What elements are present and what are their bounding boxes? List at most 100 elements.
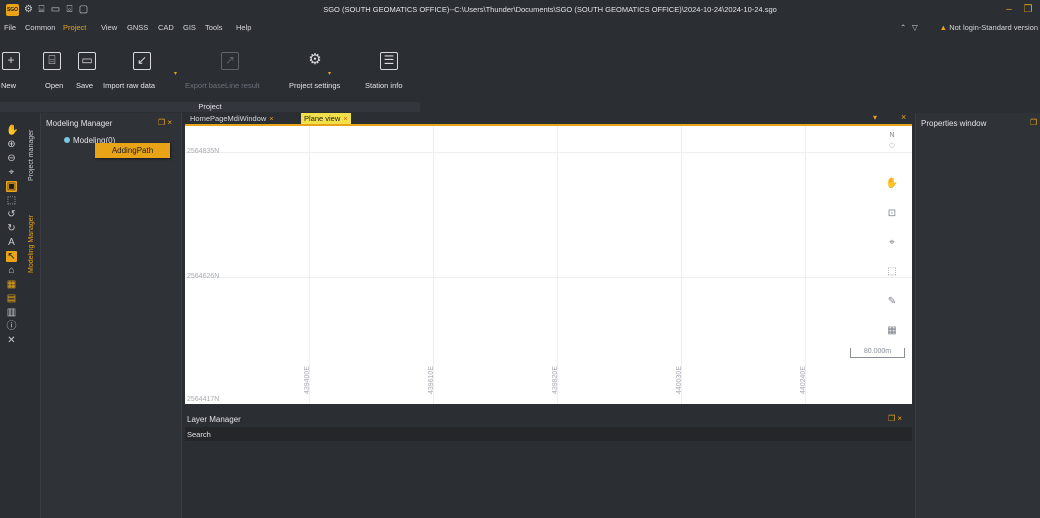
open-button[interactable]: Open — [45, 81, 63, 90]
modeling-manager-panel: Modeling Manager ❐ × Modeling(0) — [40, 113, 182, 518]
login-status[interactable]: ▲ Not login-Standard version — [940, 23, 1038, 32]
close-all-icon[interactable]: × — [901, 112, 906, 122]
menu-view[interactable]: View — [101, 23, 117, 32]
left-toolbar: ✋ ⊕ ⊖ ⌖ ▣ ⬚ ↺ ↻ A ↖ ⌂ ▦ ▤ ▥ ⓘ ✕ Project … — [0, 113, 40, 518]
panel-title: Modeling Manager — [46, 119, 113, 128]
easting-label: 439610E — [428, 366, 435, 395]
tab-homepage-label: HomePageMdiWindow — [190, 114, 267, 123]
select-icon[interactable]: ▣ — [6, 181, 17, 192]
import-icon[interactable]: ↙ — [133, 52, 151, 70]
search-input[interactable] — [217, 428, 907, 440]
login-status-label: Not login-Standard version — [949, 23, 1038, 32]
menu-gis[interactable]: GIS — [183, 23, 196, 32]
layer-manager-panel: Layer Manager ❐ × Search — [185, 410, 912, 518]
zoom-in-icon[interactable]: ⊕ — [6, 139, 17, 150]
notification-icon[interactable]: ▽ — [912, 23, 918, 32]
import-raw-data-button[interactable]: Import raw data — [103, 81, 155, 90]
save-button[interactable]: Save — [76, 81, 93, 90]
user-icon: ▲ — [939, 23, 948, 32]
info-icon[interactable]: ⓘ — [6, 321, 17, 332]
search-label: Search — [187, 430, 211, 439]
panel-controls: ❐ × — [158, 118, 172, 127]
pan-hand-icon[interactable]: ✋ — [885, 178, 899, 190]
measure-icon[interactable]: ✎ — [885, 296, 899, 308]
export-icon: ↗ — [221, 52, 239, 70]
home-icon[interactable]: ⌂ — [6, 265, 17, 276]
tab-homepage[interactable]: HomePageMdiWindow × — [187, 113, 277, 124]
easting-label: 440240E — [800, 366, 807, 395]
zoom-window-icon[interactable]: ⊡ — [885, 208, 899, 220]
restore-button[interactable]: ❐ — [1021, 3, 1035, 16]
float-icon[interactable]: ❐ — [888, 414, 895, 423]
import-dropdown-icon[interactable]: ▾ — [174, 70, 177, 77]
box-select-icon[interactable]: ⬚ — [6, 195, 17, 206]
table-icon[interactable]: ▥ — [6, 307, 17, 318]
northing-label: 2564626N — [187, 273, 220, 280]
properties-panel: Properties window ❐ — [915, 113, 1040, 518]
document-area: HomePageMdiWindow × Plane view × ▾ × 25648… — [183, 112, 913, 518]
menu-common[interactable]: Common — [25, 23, 55, 32]
close-icon[interactable]: × — [269, 114, 273, 123]
undo-icon[interactable]: ↺ — [6, 209, 17, 220]
grid-icon[interactable]: ▦ — [885, 325, 899, 337]
select-box-icon[interactable]: ⬚ — [885, 266, 899, 278]
title-bar: SGO ⚙ ⌸ ▭ ⌺ ▢ SGO (SOUTH GEOMATICS OFFIC… — [0, 0, 1040, 20]
menu-tools[interactable]: Tools — [205, 23, 223, 32]
zoom-out-icon[interactable]: ⊖ — [6, 153, 17, 164]
layers-icon[interactable]: ▤ — [6, 293, 17, 304]
redo-icon[interactable]: ↻ — [6, 223, 17, 234]
tab-plane-view-label: Plane view — [304, 114, 341, 123]
easting-label: 439820E — [552, 366, 559, 395]
pan-hand-icon[interactable]: ✋ — [6, 125, 18, 136]
save-icon[interactable]: ▭ — [78, 52, 96, 70]
menu-gnss[interactable]: GNSS — [127, 23, 148, 32]
properties-title: Properties window — [921, 119, 987, 128]
tab-plane-view[interactable]: Plane view × — [301, 113, 351, 124]
search-row: Search — [185, 427, 912, 441]
tab-modeling-manager[interactable]: Modeling Manager — [28, 201, 40, 273]
layer-manager-title: Layer Manager — [187, 415, 241, 424]
gear-icon[interactable]: ⚙ — [306, 52, 324, 70]
menu-help[interactable]: Help — [236, 23, 251, 32]
export-baseline-result-button: Export baseLine result — [185, 81, 260, 90]
new-button[interactable]: New — [1, 81, 16, 90]
zoom-extents-icon[interactable]: ⌖ — [6, 167, 17, 178]
fullscreen-icon[interactable]: ✕ — [6, 335, 17, 346]
close-icon[interactable]: × — [167, 118, 172, 127]
grid-line — [433, 126, 434, 404]
close-icon[interactable]: × — [897, 414, 902, 423]
ribbon: + New ⌸ Open ▭ Save ↙ Import raw data ▾ … — [0, 36, 420, 112]
grid-line — [185, 152, 912, 153]
menu-file[interactable]: File — [4, 23, 16, 32]
menu-cad[interactable]: CAD — [158, 23, 174, 32]
minimize-button[interactable]: – — [1002, 3, 1016, 16]
grid-icon[interactable]: ▦ — [6, 279, 17, 290]
tab-dropdown-icon[interactable]: ▾ — [873, 113, 877, 122]
layer-panel-controls: ❐ × — [888, 414, 902, 423]
ribbon-group-label: Project — [0, 102, 420, 112]
new-project-icon[interactable]: + — [2, 52, 20, 70]
scale-bar: 80.000m — [850, 348, 905, 358]
zoom-extents-icon[interactable]: ⌖ — [885, 237, 899, 249]
document-icon[interactable]: ☰ — [380, 52, 398, 70]
northing-label: 2564835N — [187, 148, 220, 155]
project-settings-button[interactable]: Project settings — [289, 81, 340, 90]
close-icon[interactable]: × — [343, 114, 347, 123]
collapse-ribbon-icon[interactable]: ⌃ — [900, 23, 906, 32]
grid-line — [805, 126, 806, 404]
float-icon[interactable]: ❐ — [1030, 118, 1037, 127]
open-folder-icon[interactable]: ⌸ — [43, 52, 61, 70]
compass-icon: ◌ — [889, 140, 895, 151]
tree-node-icon — [64, 137, 70, 143]
pointer-icon[interactable]: ↖ — [6, 251, 17, 262]
menu-project[interactable]: Project — [63, 23, 86, 32]
text-icon[interactable]: A — [6, 237, 17, 248]
station-info-button[interactable]: Station info — [365, 81, 403, 90]
settings-dropdown-icon[interactable]: ▾ — [328, 70, 331, 77]
context-menu-adding-path[interactable]: AddingPath — [95, 143, 170, 158]
float-icon[interactable]: ❐ — [158, 118, 165, 127]
grid-line — [185, 277, 912, 278]
plane-view-canvas[interactable]: 2564835N 2564626N 2564417N 439400E 43961… — [185, 124, 912, 404]
easting-label: 440030E — [676, 366, 683, 395]
tab-project-manager[interactable]: Project manager — [28, 123, 40, 181]
